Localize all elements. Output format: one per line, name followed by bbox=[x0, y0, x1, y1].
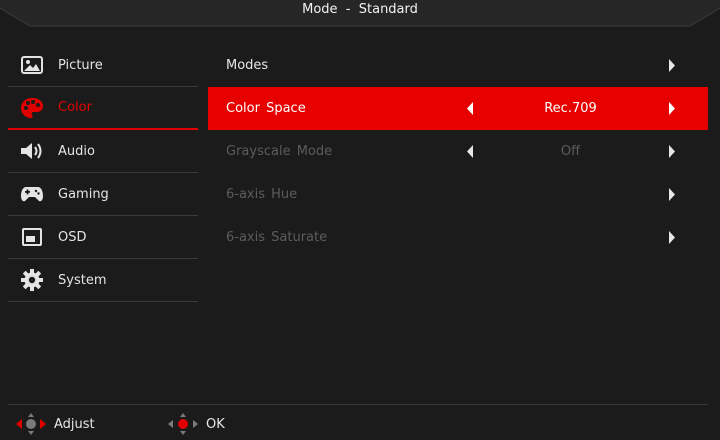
gear-icon bbox=[20, 268, 44, 292]
sidebar: Picture Color Audio Gaming OSD System bbox=[8, 44, 198, 302]
sidebar-item-system[interactable]: System bbox=[8, 259, 198, 302]
sidebar-item-color[interactable]: Color bbox=[8, 87, 198, 130]
menu-row-grayscale-mode[interactable]: Grayscale Mode Off bbox=[208, 130, 708, 173]
arrow-right-icon[interactable] bbox=[668, 231, 676, 244]
menu-row-color-space[interactable]: Color Space Rec.709 bbox=[208, 87, 708, 130]
row-label: Modes bbox=[226, 58, 269, 73]
dpad-ok-icon bbox=[168, 413, 198, 435]
sidebar-item-osd[interactable]: OSD bbox=[8, 216, 198, 259]
row-label: 6-axis Hue bbox=[226, 187, 298, 202]
footer: Adjust OK bbox=[0, 408, 720, 440]
row-label: Grayscale Mode bbox=[226, 144, 333, 159]
sidebar-item-label: System bbox=[58, 272, 107, 288]
sidebar-item-label: Gaming bbox=[58, 186, 109, 202]
row-label: Color Space bbox=[226, 101, 306, 116]
adjust-label: Adjust bbox=[54, 416, 95, 432]
header-bar: Mode - Standard bbox=[0, 0, 720, 28]
row-label: 6-axis Saturate bbox=[226, 230, 328, 245]
ok-label: OK bbox=[206, 416, 225, 432]
sidebar-item-picture[interactable]: Picture bbox=[8, 44, 198, 87]
arrow-right-icon[interactable] bbox=[668, 188, 676, 201]
sidebar-item-label: Color bbox=[58, 100, 92, 115]
palette-icon bbox=[20, 96, 44, 120]
settings-menu: Modes Color Space Rec.709 Grayscale Mode… bbox=[208, 44, 708, 259]
menu-row-6axis-saturate[interactable]: 6-axis Saturate bbox=[208, 216, 708, 259]
sidebar-item-label: Picture bbox=[58, 57, 103, 73]
gamepad-icon bbox=[20, 182, 44, 206]
dpad-adjust-icon bbox=[16, 413, 46, 435]
arrow-right-icon[interactable] bbox=[668, 102, 676, 115]
row-value: Rec.709 bbox=[544, 101, 597, 116]
footer-ok: OK bbox=[168, 408, 225, 440]
arrow-right-icon[interactable] bbox=[668, 59, 676, 72]
footer-divider bbox=[8, 404, 708, 405]
sidebar-item-label: Audio bbox=[58, 143, 95, 159]
page-title: Mode - Standard bbox=[302, 2, 418, 17]
sidebar-item-audio[interactable]: Audio bbox=[8, 130, 198, 173]
arrow-right-icon[interactable] bbox=[668, 145, 676, 158]
sidebar-item-gaming[interactable]: Gaming bbox=[8, 173, 198, 216]
footer-adjust: Adjust bbox=[16, 408, 95, 440]
menu-row-6axis-hue[interactable]: 6-axis Hue bbox=[208, 173, 708, 216]
osd-icon bbox=[20, 225, 44, 249]
row-value: Off bbox=[560, 144, 581, 159]
menu-row-modes[interactable]: Modes bbox=[208, 44, 708, 87]
sidebar-item-label: OSD bbox=[58, 229, 87, 245]
arrow-left-icon[interactable] bbox=[466, 102, 474, 115]
arrow-left-icon[interactable] bbox=[466, 145, 474, 158]
speaker-icon bbox=[20, 139, 44, 163]
picture-icon bbox=[20, 53, 44, 77]
